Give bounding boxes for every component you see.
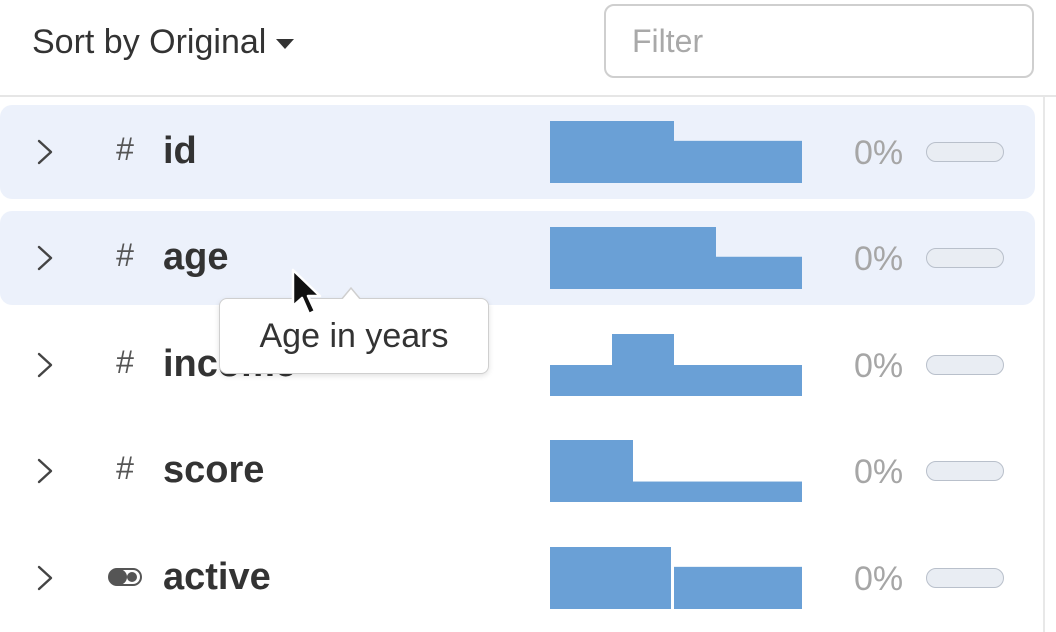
- missing-percent: 0%: [854, 347, 904, 385]
- histogram-bar: [550, 121, 674, 183]
- chevron-right-icon[interactable]: [34, 564, 56, 592]
- histogram-bar: [550, 227, 716, 289]
- histogram-sparkline: [550, 227, 802, 289]
- histogram-bar: [674, 140, 802, 183]
- tooltip-arrow: [340, 286, 362, 301]
- hash-icon: #: [116, 237, 134, 273]
- histogram-bar: [550, 547, 671, 609]
- caret-down-icon: [276, 39, 295, 49]
- histogram-bar: [716, 256, 802, 289]
- missing-percent: 0%: [854, 240, 904, 278]
- missing-bar: [926, 248, 1004, 268]
- panel-header: Sort by Original: [0, 0, 1056, 97]
- mouse-pointer-icon: [291, 268, 322, 316]
- column-name: score: [163, 449, 265, 491]
- histogram-bar: [633, 481, 802, 502]
- column-row-score[interactable]: # score 0%: [0, 424, 1035, 518]
- histogram-bar: [674, 365, 802, 396]
- column-summary-panel: Sort by Original # id 0% # age 0% # inco…: [0, 0, 1056, 632]
- histogram-bar: [612, 334, 674, 396]
- hash-icon: #: [116, 344, 134, 380]
- missing-bar: [926, 568, 1004, 588]
- sort-dropdown-button[interactable]: Sort by Original: [32, 18, 295, 66]
- sort-label: Sort by Original: [32, 22, 267, 61]
- missing-bar: [926, 461, 1004, 481]
- histogram-bar: [550, 440, 633, 502]
- histogram-bar: [550, 365, 612, 396]
- histogram-bar: [674, 566, 802, 609]
- column-name: id: [163, 130, 197, 172]
- missing-percent: 0%: [854, 453, 904, 491]
- hash-icon: #: [116, 131, 134, 167]
- chevron-right-icon[interactable]: [34, 351, 56, 379]
- column-row-income[interactable]: # income 0%: [0, 318, 1035, 412]
- column-name: age: [163, 236, 229, 278]
- column-row-id[interactable]: # id 0%: [0, 105, 1035, 199]
- column-row-active[interactable]: active 0%: [0, 531, 1035, 625]
- column-name: active: [163, 556, 271, 598]
- missing-bar: [926, 355, 1004, 375]
- missing-percent: 0%: [854, 134, 904, 172]
- histogram-sparkline: [550, 334, 802, 396]
- histogram-sparkline: [550, 547, 802, 609]
- missing-percent: 0%: [854, 560, 904, 598]
- filter-input[interactable]: [604, 4, 1034, 78]
- chevron-right-icon[interactable]: [34, 138, 56, 166]
- chevron-right-icon[interactable]: [34, 244, 56, 272]
- hash-icon: #: [116, 450, 134, 486]
- toggle-icon: [108, 568, 142, 586]
- missing-bar: [926, 142, 1004, 162]
- histogram-sparkline: [550, 440, 802, 502]
- scrollbar-track[interactable]: [1043, 97, 1045, 632]
- column-row-age[interactable]: # age 0%: [0, 211, 1035, 305]
- histogram-sparkline: [550, 121, 802, 183]
- column-description-tooltip: Age in years: [219, 298, 489, 374]
- chevron-right-icon[interactable]: [34, 457, 56, 485]
